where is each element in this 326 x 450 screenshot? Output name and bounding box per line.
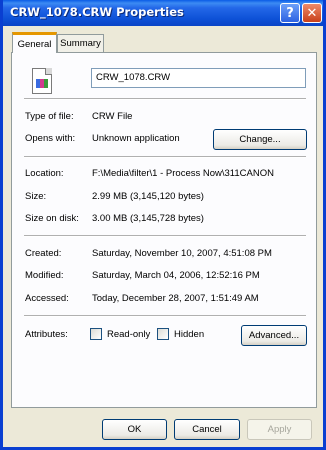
separator (24, 235, 306, 237)
tab-summary[interactable]: Summary (57, 34, 104, 52)
size-value: 2.99 MB (3,145,120 bytes) (92, 191, 204, 202)
hidden-checkbox[interactable] (157, 328, 169, 340)
location-value: F:\Media\filter\1 - Process Now\311CANON (92, 168, 274, 179)
separator (24, 156, 306, 158)
tab-general[interactable]: General (12, 32, 57, 53)
accessed-label: Accessed: (25, 293, 69, 304)
created-value: Saturday, November 10, 2007, 4:51:08 PM (92, 248, 272, 259)
attributes-label: Attributes: (25, 329, 68, 340)
crw-file-icon (32, 68, 52, 94)
ok-button[interactable]: OK (102, 419, 167, 440)
size-label: Size: (25, 191, 47, 202)
accessed-value: Today, December 28, 2007, 1:51:49 AM (92, 293, 259, 304)
file-icon-glyph (36, 79, 48, 88)
size-on-disk-label: Size on disk: (25, 213, 79, 224)
change-button[interactable]: Change... (213, 129, 307, 150)
help-icon: ? (286, 5, 294, 21)
type-of-file-value: CRW File (92, 111, 133, 122)
read-only-checkbox[interactable] (90, 328, 102, 340)
hidden-label[interactable]: Hidden (174, 329, 204, 340)
created-label: Created: (25, 248, 62, 259)
help-button[interactable]: ? (280, 3, 300, 23)
title-bar[interactable]: CRW_1078.CRW Properties ? ✕ (3, 0, 323, 26)
properties-dialog: CRW_1078.CRW Properties ? ✕ General Summ… (0, 0, 326, 450)
file-icon-fold (45, 68, 52, 75)
size-on-disk-value: 3.00 MB (3,145,728 bytes) (92, 213, 204, 224)
opens-with-value: Unknown application (92, 133, 180, 144)
opens-with-label: Opens with: (25, 133, 76, 144)
modified-label: Modified: (25, 270, 64, 281)
type-of-file-label: Type of file: (25, 111, 74, 122)
apply-button[interactable]: Apply (247, 419, 312, 440)
general-panel: CRW_1078.CRW Type of file: CRW File Open… (11, 52, 317, 408)
advanced-button[interactable]: Advanced... (241, 325, 307, 346)
close-icon: ✕ (306, 5, 318, 21)
modified-value: Saturday, March 04, 2006, 12:52:16 PM (92, 270, 260, 281)
cancel-button[interactable]: Cancel (174, 419, 240, 440)
close-button[interactable]: ✕ (302, 3, 322, 23)
separator (24, 315, 306, 317)
read-only-label[interactable]: Read-only (107, 329, 150, 340)
separator (24, 98, 306, 100)
location-label: Location: (25, 168, 64, 179)
window-title: CRW_1078.CRW Properties (10, 5, 184, 19)
file-name-input[interactable]: CRW_1078.CRW (91, 68, 306, 88)
